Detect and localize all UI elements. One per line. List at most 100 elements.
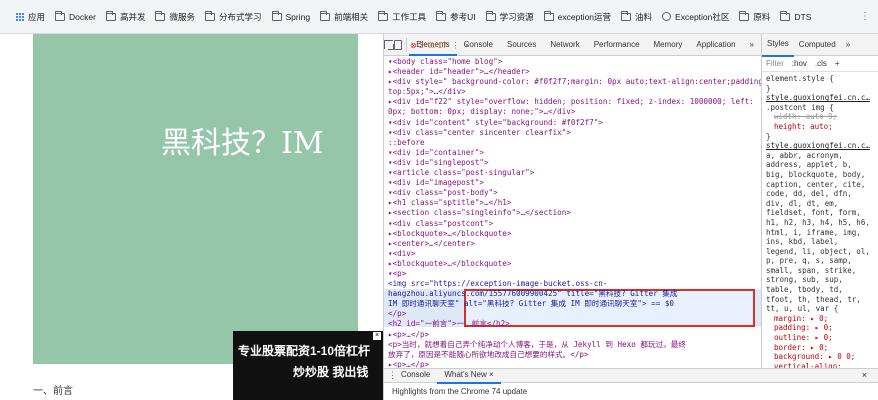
dom-node-line[interactable]: ▸<p>…</p> xyxy=(388,330,761,340)
elements-tree[interactable]: ··· ▾<body class="home blog"> ▸<header i… xyxy=(384,56,761,390)
ad-close-icon[interactable]: × xyxy=(373,332,381,340)
dom-node-line[interactable]: ▾<div id="singlepost"> xyxy=(388,158,761,168)
bookmark-item[interactable]: 油料 xyxy=(621,10,653,23)
cls-toggle[interactable]: .cls xyxy=(815,59,827,68)
bookmark-label: 原料 xyxy=(753,11,771,22)
issue-counts[interactable]: ⊗ 3 ⚠ 17 ⋮ × xyxy=(410,34,469,56)
dom-node-line[interactable]: ▸<h1 class="sptitle">…</h1> xyxy=(388,198,761,208)
drawer-close-icon[interactable]: × xyxy=(862,370,867,380)
dom-node-line[interactable]: ▾<body class="home blog"> xyxy=(388,57,761,67)
bookmark-item[interactable]: 应用 xyxy=(16,11,45,23)
style-rule-line: table, tbody, td, xyxy=(766,285,843,295)
dom-node-line[interactable]: ▸<header id="header">…</header> xyxy=(388,67,761,77)
bookmark-item[interactable]: DTS xyxy=(780,10,812,22)
ad-text-secondary: 炒炒股 我出钱 xyxy=(293,365,369,379)
bookmark-item[interactable]: 参考UI xyxy=(436,10,476,23)
bookmark-item[interactable]: 前端相关 xyxy=(320,10,368,23)
hov-toggle[interactable]: :hov xyxy=(792,59,807,68)
dom-node-line[interactable]: ▸<blockquote>…</blockquote> xyxy=(388,259,761,269)
dom-node-line[interactable]: </p> xyxy=(388,309,761,319)
styles-tabbar: Styles Computed» xyxy=(762,34,878,57)
dom-node-line[interactable]: ▸<div id="f22" style="overflow: hidden; … xyxy=(388,97,761,107)
dom-node-line[interactable]: ▸<blockquote>…</blockquote> xyxy=(388,229,761,239)
dom-node-line[interactable]: hangzhou.aliyuncs.com/155776009900425" t… xyxy=(388,289,761,299)
dom-node-line[interactable]: ▸<div style=" background-color: #f0f2f7;… xyxy=(388,77,761,87)
bookmark-item[interactable]: 高并发 xyxy=(105,10,146,23)
bookmark-label: DTS xyxy=(794,11,812,22)
tab-console[interactable]: Console xyxy=(394,368,437,384)
bookmark-item[interactable]: 原料 xyxy=(739,10,771,23)
ad-banner[interactable]: 专业股票配资1-10倍杠杆 炒炒股 我出钱 × xyxy=(233,331,383,400)
bookmark-label: 高并发 xyxy=(119,11,146,22)
folder-icon xyxy=(55,10,66,21)
style-rule-line: .postcont img { xyxy=(766,102,834,112)
styles-pane: Styles Computed» Filter :hov .cls + eleme… xyxy=(761,34,878,368)
dom-node-line[interactable]: ▾<div class="postcont"> xyxy=(388,219,761,229)
bookmark-label: Spring xyxy=(285,11,311,22)
select-element-icon[interactable] xyxy=(384,34,395,56)
tab-performance[interactable]: Performance xyxy=(587,34,647,56)
dom-node-line[interactable]: IM 即时通讯聊天室" alt="黑科技? Gitter 集成 IM 即时通讯聊… xyxy=(388,299,761,309)
console-drawer: ⋮ Console What's New × × Highlights from … xyxy=(384,368,878,400)
dom-node-line[interactable]: ▾<div id="imagepost"> xyxy=(388,178,761,188)
styles-rules: element.style {} style.guoxiongfei.cn.c….… xyxy=(762,72,878,368)
bookmark-item[interactable]: Docker xyxy=(55,10,96,22)
tab-styles[interactable]: Styles xyxy=(762,34,794,57)
dom-node-line[interactable]: <h2 id="一前言">一、前言</h2> xyxy=(388,319,761,329)
styles-more-icon[interactable]: » xyxy=(841,34,855,56)
folder-icon xyxy=(155,10,166,21)
dom-node-line[interactable]: ::before xyxy=(388,138,761,148)
dom-node-line[interactable]: 放弃了，原因是不能随心所欲地改成自己想要的样式。</p> xyxy=(388,350,761,360)
tab-network[interactable]: Network xyxy=(543,34,586,56)
tab-memory[interactable]: Memory xyxy=(647,34,690,56)
folder-icon xyxy=(105,10,116,21)
bookmark-item[interactable]: 微服务 xyxy=(155,10,195,23)
dom-node-line[interactable]: ▾<article class="post-singular"> xyxy=(388,168,761,178)
bookmark-label: 学习资源 xyxy=(499,11,534,22)
devtools-menu-icon[interactable]: ⋮ xyxy=(452,41,460,50)
drawer-menu-icon[interactable]: ⋮ xyxy=(384,370,397,381)
stylesheet-link[interactable]: style.guoxiongfei.cn.c… xyxy=(766,93,875,103)
dom-node-line[interactable]: ▾<div class="post-body"> xyxy=(388,188,761,198)
dom-node-line[interactable]: <p>当时，就想着自己弄个纯净动个人博客，于是，从 Jekyll 到 Hexo … xyxy=(388,340,761,350)
tab-application[interactable]: Application xyxy=(689,34,742,56)
bookmark-item[interactable]: 学习资源 xyxy=(485,10,534,23)
dom-node-line[interactable]: 0px; bottom: 0px; display: none;">…</div… xyxy=(388,107,761,117)
dom-node-line[interactable]: <img src="https://exception-image-bucket… xyxy=(388,279,761,289)
folder-icon xyxy=(320,10,331,21)
stylesheet-link[interactable]: style.guoxiongfei.cn.c… xyxy=(766,141,875,151)
bookmark-label: 工作工具 xyxy=(392,11,427,22)
dom-node-line[interactable]: ▸<center>…</center> xyxy=(388,239,761,249)
more-tabs-icon[interactable]: » xyxy=(743,34,761,56)
dom-node-line[interactable]: ▾<p> xyxy=(388,269,761,279)
bookmark-label: 油料 xyxy=(635,11,653,22)
tab-computed[interactable]: Computed xyxy=(794,34,841,56)
drawer-tabbar: ⋮ Console What's New × xyxy=(384,368,878,384)
tab-sources[interactable]: Sources xyxy=(500,34,543,56)
dom-node-line[interactable]: ▸<section class="singleinfo">…</section> xyxy=(388,208,761,218)
bookmark-item[interactable]: Spring xyxy=(271,10,311,22)
tab-whats-new[interactable]: What's New × xyxy=(437,368,501,384)
bookmark-label: 参考UI xyxy=(450,11,476,22)
dom-node-line[interactable]: ▾<div> xyxy=(388,249,761,259)
section-heading: 一、前言 xyxy=(33,386,73,397)
style-property: outline: ▸ 0; xyxy=(774,333,833,343)
bookmark-item[interactable]: exception运营 xyxy=(543,10,612,23)
folder-icon xyxy=(621,10,632,21)
bookmark-label: exception运营 xyxy=(557,11,612,22)
dom-node-line[interactable]: ▾<div class="center sincenter clearfix"> xyxy=(388,128,761,138)
new-rule-button[interactable]: + xyxy=(835,59,840,68)
dom-node-line[interactable]: top:5px;">…</div> xyxy=(388,87,761,97)
bookmark-item[interactable]: Exception社区 xyxy=(662,11,729,23)
style-rule-line: fieldset, font, form, xyxy=(766,208,861,218)
bookmark-item[interactable]: 分布式学习 xyxy=(204,10,262,23)
device-toolbar-icon[interactable] xyxy=(393,34,403,56)
bookmarks-overflow-icon[interactable]: ⋮ xyxy=(860,11,870,22)
style-rule-line: tt, u, ul, var { xyxy=(766,304,839,314)
styles-filter-input[interactable]: Filter xyxy=(766,59,784,68)
devtools-close-icon[interactable]: × xyxy=(465,41,470,50)
dom-node-line[interactable]: ▾<div id="content" style="background: #f… xyxy=(388,118,761,128)
dom-node-line[interactable]: ▾<div id="container"> xyxy=(388,148,761,158)
style-rule-line: } xyxy=(766,83,771,93)
bookmark-item[interactable]: 工作工具 xyxy=(378,10,427,23)
